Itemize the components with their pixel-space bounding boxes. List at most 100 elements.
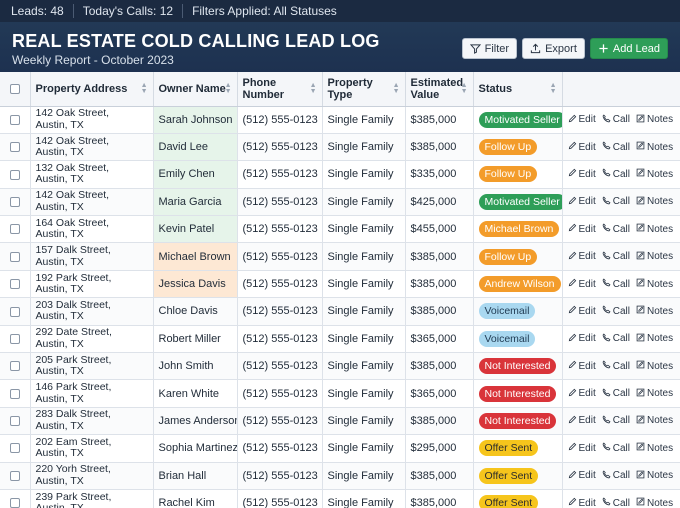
edit-action[interactable]: Edit [568, 251, 596, 263]
table-row[interactable]: 283 Dalk Street, Austin, TX James Anderson… [0, 407, 680, 436]
status-badge[interactable]: Motivated Seller [478, 193, 561, 210]
status-badge[interactable]: Offer Sent [478, 467, 539, 484]
status-badge[interactable]: Voicemail [478, 303, 536, 320]
status-badge[interactable]: Follow Up [478, 248, 538, 265]
phone-number[interactable]: (512) 555-0123 [237, 379, 323, 408]
edit-action[interactable]: Edit [568, 223, 596, 235]
call-action[interactable]: Call [602, 196, 630, 208]
notes-action[interactable]: Notes [636, 223, 673, 235]
notes-action[interactable]: Notes [636, 388, 673, 400]
call-action[interactable]: Call [602, 305, 630, 317]
edit-action[interactable]: Edit [568, 114, 596, 126]
notes-action[interactable]: Notes [636, 442, 673, 454]
edit-action[interactable]: Edit [568, 141, 596, 153]
edit-action[interactable]: Edit [568, 470, 596, 482]
status-badge[interactable]: Not Interested [478, 385, 557, 402]
notes-action[interactable]: Notes [636, 415, 673, 427]
table-row[interactable]: 205 Park Street, Austin, TX John Smith (512… [0, 352, 680, 381]
row-checkbox[interactable] [9, 388, 20, 399]
phone-number[interactable]: (512) 555-0123 [237, 462, 323, 490]
table-row[interactable]: 164 Oak Street, Austin, TX Kevin Patel (512… [0, 215, 680, 244]
phone-number[interactable]: (512) 555-0123 [237, 489, 323, 508]
status-badge[interactable]: Voicemail [478, 330, 536, 347]
call-action[interactable]: Call [602, 333, 630, 345]
phone-number[interactable]: (512) 555-0123 [237, 270, 323, 299]
notes-action[interactable]: Notes [636, 196, 673, 208]
edit-action[interactable]: Edit [568, 442, 596, 454]
row-checkbox[interactable] [9, 196, 20, 207]
notes-action[interactable]: Notes [636, 114, 673, 126]
table-row[interactable]: 220 Yorh Street, Austin, TX Brian Hall (512… [0, 462, 680, 490]
status-badge[interactable]: Follow Up [478, 166, 538, 183]
row-checkbox[interactable] [9, 251, 20, 262]
row-checkbox[interactable] [9, 224, 20, 235]
row-checkbox[interactable] [9, 470, 20, 481]
column-header-address[interactable]: Property Address ▲ ▼ [30, 72, 154, 107]
row-checkbox[interactable] [9, 443, 20, 454]
table-row[interactable]: 142 Oak Street, Austin, TX Sarah Johnson (5… [0, 106, 680, 134]
table-row[interactable]: 157 Dalk Street, Austin, TX Michael Brown(… [0, 242, 680, 271]
table-row[interactable]: 292 Date Street, Austin, TX Robert Miller(… [0, 325, 680, 354]
phone-number[interactable]: (512) 555-0123 [237, 160, 323, 189]
phone-number[interactable]: (512) 555-0123 [237, 352, 323, 381]
select-all-checkbox[interactable] [9, 83, 20, 94]
row-checkbox[interactable] [9, 279, 20, 290]
row-checkbox[interactable] [9, 142, 20, 153]
status-badge[interactable]: Follow Up [478, 139, 538, 156]
phone-number[interactable]: (512) 555-0123 [237, 133, 323, 162]
phone-number[interactable]: (512) 555-0123 [237, 407, 323, 436]
call-action[interactable]: Call [602, 168, 630, 180]
phone-number[interactable]: (512) 555-0123 [237, 215, 323, 244]
table-row[interactable]: 142 Oak Street, Austin, TX David Lee (512) … [0, 133, 680, 162]
notes-action[interactable]: Notes [636, 470, 673, 482]
edit-action[interactable]: Edit [568, 333, 596, 345]
row-checkbox[interactable] [9, 169, 20, 180]
phone-number[interactable]: (512) 555-0123 [237, 434, 323, 463]
table-row[interactable]: 192 Park Street, Austin, TX Jessica Davis(… [0, 270, 680, 299]
call-action[interactable]: Call [602, 442, 630, 454]
filter-button[interactable]: Filter [461, 38, 518, 59]
notes-action[interactable]: Notes [636, 497, 673, 508]
row-checkbox[interactable] [9, 306, 20, 317]
notes-action[interactable]: Notes [636, 251, 673, 263]
status-badge[interactable]: Not Interested [478, 358, 557, 375]
edit-action[interactable]: Edit [568, 168, 596, 180]
notes-action[interactable]: Notes [636, 141, 673, 153]
call-action[interactable]: Call [602, 223, 630, 235]
phone-number[interactable]: (512) 555-0123 [237, 297, 323, 326]
table-row[interactable]: 132 Oak Street, Austin, TX Emily Chen (512)… [0, 160, 680, 189]
row-checkbox[interactable] [9, 498, 20, 508]
row-checkbox[interactable] [9, 333, 20, 344]
call-action[interactable]: Call [602, 251, 630, 263]
notes-action[interactable]: Notes [636, 333, 673, 345]
column-header-value[interactable]: Estimated Value ▲ ▼ [405, 72, 474, 107]
add-lead-button[interactable]: Add Lead [589, 38, 668, 59]
table-row[interactable]: 146 Park Street, Austin, TX Karen White (51… [0, 379, 680, 408]
call-action[interactable]: Call [602, 278, 630, 290]
row-checkbox[interactable] [9, 361, 20, 372]
phone-number[interactable]: (512) 555-0123 [237, 188, 323, 217]
call-action[interactable]: Call [602, 497, 630, 508]
call-action[interactable]: Call [602, 114, 630, 126]
column-header-owner[interactable]: Owner Name ▲ ▼ [153, 72, 238, 107]
table-row[interactable]: 203 Dalk Street, Austin, TX Chloe Davis (51… [0, 297, 680, 326]
column-header-phone[interactable]: Phone Number ▲ ▼ [237, 72, 323, 107]
call-action[interactable]: Call [602, 470, 630, 482]
edit-action[interactable]: Edit [568, 305, 596, 317]
status-badge[interactable]: Offer Sent [478, 495, 539, 508]
call-action[interactable]: Call [602, 360, 630, 372]
row-checkbox[interactable] [9, 114, 20, 125]
status-badge[interactable]: Offer Sent [478, 440, 539, 457]
status-badge[interactable]: Andrew Wilson [478, 276, 561, 293]
phone-number[interactable]: (512) 555-0123 [237, 106, 323, 134]
call-action[interactable]: Call [602, 388, 630, 400]
table-row[interactable]: 202 Eam Street, Austin, TX Sophia Martinez… [0, 434, 680, 463]
export-button[interactable]: Export [522, 38, 585, 59]
edit-action[interactable]: Edit [568, 196, 596, 208]
row-checkbox[interactable] [9, 416, 20, 427]
call-action[interactable]: Call [602, 141, 630, 153]
edit-action[interactable]: Edit [568, 388, 596, 400]
notes-action[interactable]: Notes [636, 305, 673, 317]
table-row[interactable]: 239 Park Street,Austin, TXRachel Kim(512… [0, 489, 680, 508]
column-header-status[interactable]: Status ▲ ▼ [473, 72, 563, 107]
